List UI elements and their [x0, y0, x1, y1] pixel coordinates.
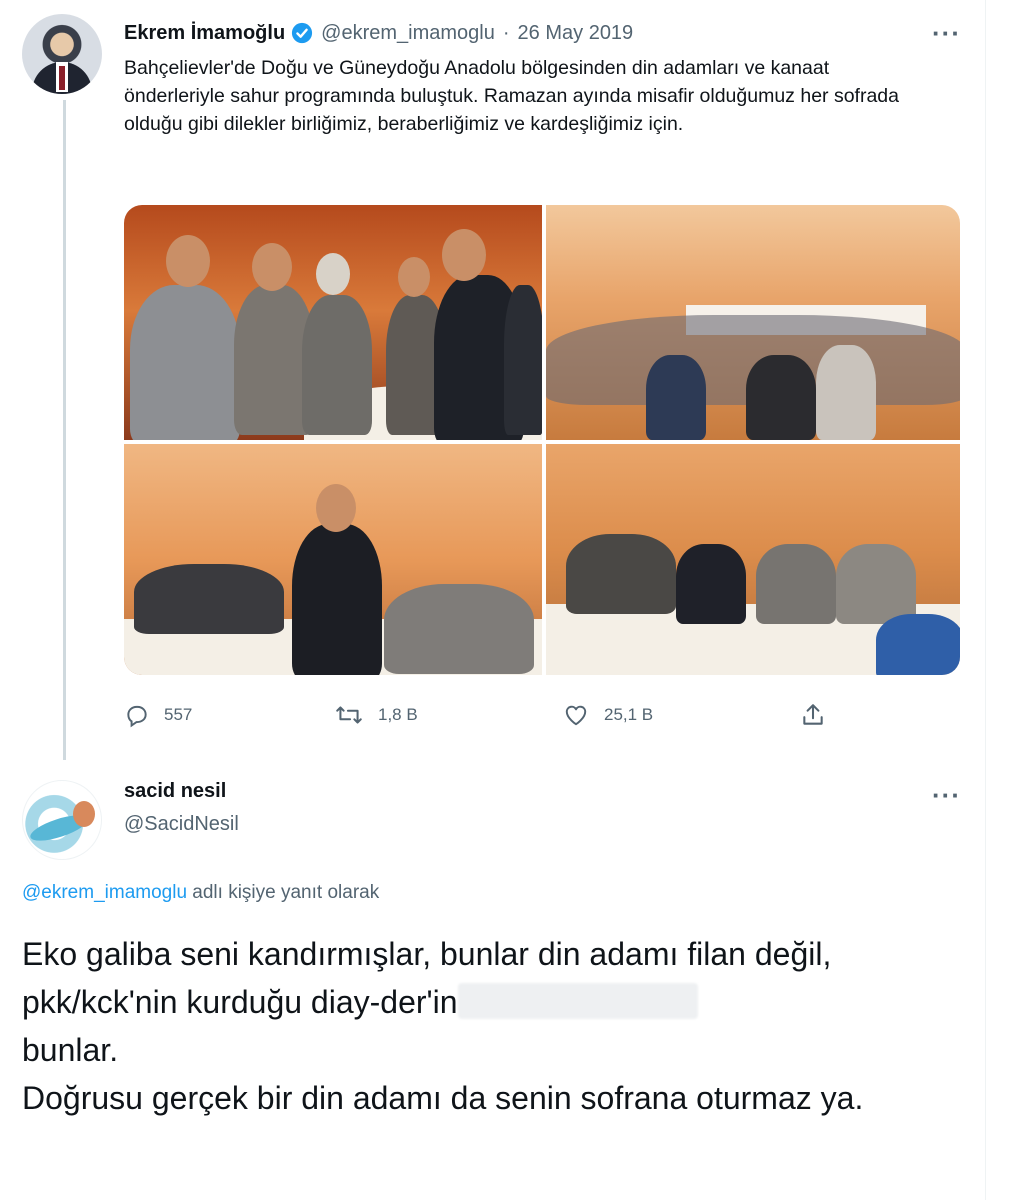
replying-to: @ekrem_imamoglu adlı kişiye yanıt olarak	[22, 882, 379, 904]
photo-person	[504, 285, 542, 435]
like-count: 25,1 B	[604, 705, 654, 724]
retweet-icon	[336, 706, 362, 724]
photo-person	[746, 355, 816, 440]
photo-head	[316, 484, 356, 532]
photo-crowd	[134, 564, 284, 634]
photo-person	[302, 295, 372, 435]
photo-crowd	[384, 584, 534, 674]
heart-icon	[565, 705, 587, 726]
tweet2-text-part3: Doğrusu gerçek bir din adamı da senin so…	[22, 1080, 864, 1116]
tweet2-text-part2: bunlar.	[22, 1032, 119, 1068]
tweet2-text: Eko galiba seni kandırmışlar, bunlar din…	[22, 930, 982, 1122]
share-action[interactable]	[800, 700, 840, 730]
tweet1-photo-1[interactable]	[124, 205, 542, 440]
photo-person	[646, 355, 706, 440]
tweet2-author-name[interactable]: sacid nesil	[124, 780, 226, 803]
tweet1-media-grid	[124, 205, 960, 675]
ekrem-avatar[interactable]	[22, 14, 102, 94]
reply-mention-link[interactable]: @ekrem_imamoglu	[22, 882, 187, 903]
tweet1-author-handle[interactable]: @ekrem_imamoglu	[321, 22, 495, 45]
thread-connector-line	[63, 100, 66, 760]
column-divider	[985, 0, 986, 1200]
reply-icon	[127, 705, 147, 728]
tweet1-header: Ekrem İmamoğlu @ekrem_imamoglu · 26 May …	[124, 18, 633, 48]
photo-person	[676, 544, 746, 624]
retweet-action[interactable]: 1,8 B	[334, 700, 418, 730]
tweet1-more-icon[interactable]: ···	[932, 20, 961, 46]
photo-head	[398, 257, 430, 297]
avatar-tie	[59, 66, 65, 90]
share-icon	[803, 704, 823, 725]
sacid-avatar[interactable]	[22, 780, 102, 860]
photo-person	[836, 544, 916, 624]
like-action[interactable]: 25,1 B	[562, 700, 653, 730]
photo-person	[756, 544, 836, 624]
photo-head	[252, 243, 292, 291]
photo-person	[876, 614, 960, 675]
tweet2-author-handle[interactable]: @SacidNesil	[124, 813, 239, 836]
photo-speaker	[292, 524, 382, 675]
tweet1-photo-4[interactable]	[546, 444, 960, 675]
reply-count: 557	[164, 705, 193, 724]
verified-badge-icon	[292, 22, 313, 44]
photo-head	[166, 235, 210, 287]
tweet1-photo-2[interactable]	[546, 205, 960, 440]
photo-person	[816, 345, 876, 440]
tweet2-more-icon[interactable]: ···	[932, 782, 961, 808]
tweet1-text: Bahçelievler'de Doğu ve Güneydoğu Anadol…	[124, 57, 899, 135]
reply-suffix: adlı kişiye yanıt olarak	[187, 882, 380, 903]
tweet1-photo-3[interactable]	[124, 444, 542, 675]
tweet1-date[interactable]: 26 May 2019	[518, 22, 634, 45]
avatar-figure	[73, 801, 95, 827]
photo-head	[316, 253, 350, 295]
retweet-count: 1,8 B	[378, 705, 418, 724]
photo-head	[442, 229, 486, 281]
header-separator: ·	[502, 21, 510, 44]
reply-action[interactable]: 557	[124, 700, 192, 730]
redacted-area	[457, 983, 698, 1019]
photo-crowd	[566, 534, 676, 614]
photo-person	[130, 285, 240, 440]
tweet2-text-part1: Eko galiba seni kandırmışlar, bunlar din…	[22, 936, 832, 1020]
tweet1-author-name[interactable]: Ekrem İmamoğlu	[124, 22, 285, 45]
